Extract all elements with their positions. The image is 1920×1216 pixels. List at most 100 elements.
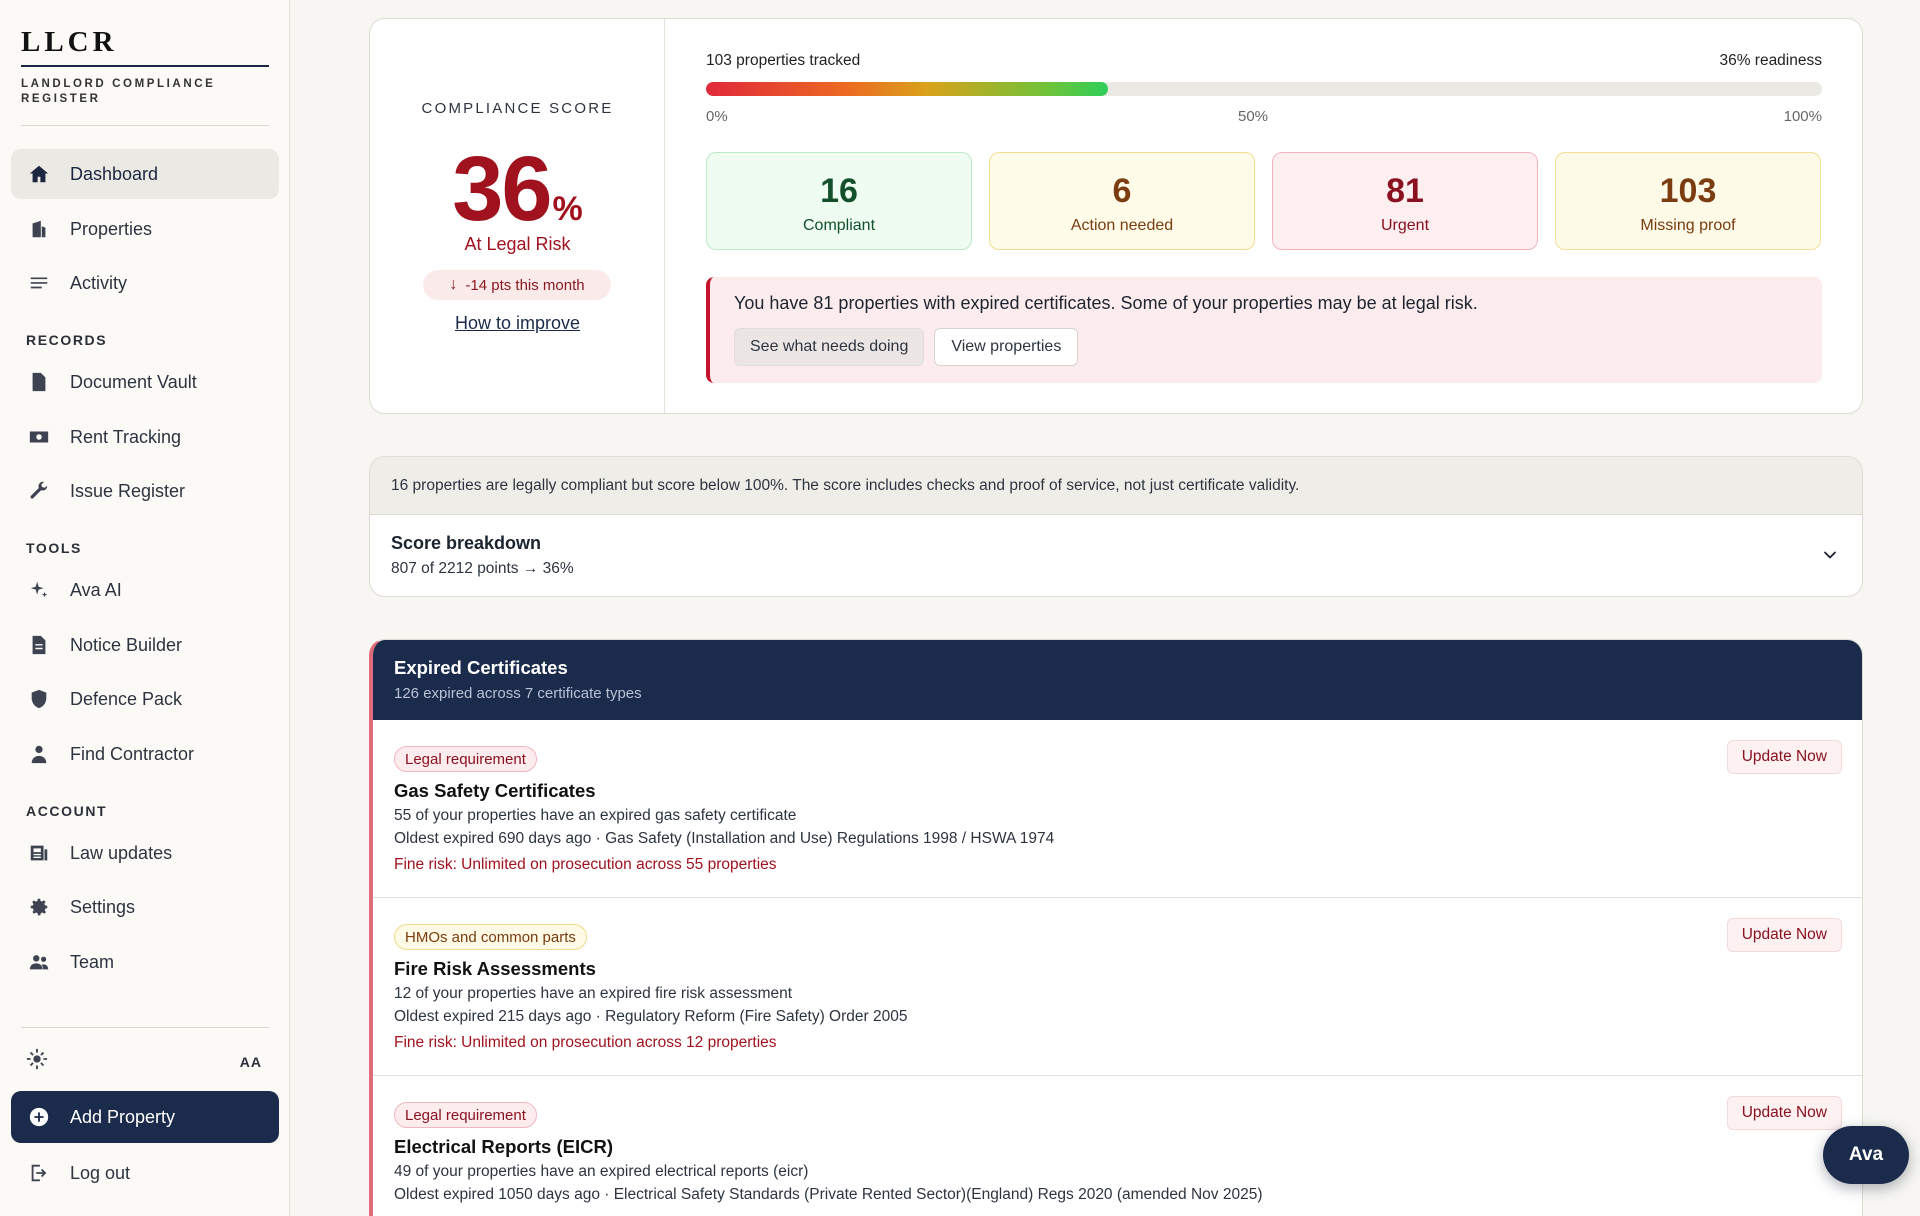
breakdown-detail: 807 of 2212 points → 36% bbox=[391, 560, 574, 577]
sidebar-item-issue-register[interactable]: Issue Register bbox=[11, 466, 279, 516]
update-now-button[interactable]: Update Now bbox=[1726, 1096, 1842, 1130]
building-icon bbox=[27, 217, 51, 241]
fine-risk: Fine risk: Unlimited on prosecution acro… bbox=[394, 856, 777, 873]
alert-message: You have 81 properties with expired cert… bbox=[734, 293, 1478, 313]
compliance-score-card: COMPLIANCE SCORE 36% At Legal Risk ↓ -14… bbox=[369, 18, 1863, 414]
stat-urgent[interactable]: 81 Urgent bbox=[1272, 152, 1538, 250]
expired-header: Expired Certificates 126 expired across … bbox=[373, 640, 1862, 720]
brand-subtitle: LANDLORD COMPLIANCE REGISTER bbox=[21, 78, 216, 105]
shield-icon bbox=[27, 687, 51, 711]
properties-tracked: 103 properties tracked bbox=[706, 52, 861, 69]
requirement-chip: Legal requirement bbox=[394, 746, 537, 772]
readiness-value: 36% readiness bbox=[1719, 52, 1822, 69]
add-property-label: Add Property bbox=[70, 1106, 176, 1127]
ava-chat-button[interactable]: Ava bbox=[1823, 1126, 1909, 1184]
sidebar-item-settings[interactable]: Settings bbox=[11, 882, 279, 932]
stat-value: 16 bbox=[820, 172, 858, 210]
brand-logo[interactable]: LLCR LANDLORD COMPLIANCE REGISTER bbox=[21, 26, 269, 107]
sidebar-item-activity[interactable]: Activity bbox=[11, 258, 279, 308]
document-icon bbox=[27, 370, 51, 394]
sidebar-item-label: Defence Pack bbox=[70, 688, 183, 709]
score-info-card: 16 properties are legally compliant but … bbox=[369, 456, 1863, 597]
add-property-button[interactable]: Add Property bbox=[11, 1091, 279, 1143]
sidebar-item-label: Rent Tracking bbox=[70, 426, 182, 447]
stat-action-needed[interactable]: 6 Action needed bbox=[989, 152, 1255, 250]
sidebar-item-document-vault[interactable]: Document Vault bbox=[11, 357, 279, 407]
sidebar-item-properties[interactable]: Properties bbox=[11, 204, 279, 254]
sun-icon[interactable] bbox=[26, 1048, 48, 1075]
score-value: 36% bbox=[370, 137, 665, 242]
stat-value: 6 bbox=[1112, 172, 1132, 210]
sidebar-item-notice-builder[interactable]: Notice Builder bbox=[11, 620, 279, 670]
certificate-meta: Oldest expired 690 days ago · Gas Safety… bbox=[394, 830, 1055, 847]
score-explanation-note: 16 properties are legally compliant but … bbox=[370, 457, 1862, 515]
font-size-toggle[interactable]: AA bbox=[240, 1054, 262, 1070]
section-label-records: RECORDS bbox=[26, 332, 108, 348]
score-summary: COMPLIANCE SCORE 36% At Legal Risk ↓ -14… bbox=[370, 19, 665, 413]
alert-actions: See what needs doing View properties bbox=[734, 328, 1079, 366]
sidebar-item-team[interactable]: Team bbox=[11, 937, 279, 987]
expired-certificates-card: Expired Certificates 126 expired across … bbox=[369, 639, 1863, 1216]
breakdown-title: Score breakdown bbox=[391, 533, 542, 553]
sidebar-item-ava-ai[interactable]: Ava AI bbox=[11, 565, 279, 615]
home-icon bbox=[27, 162, 51, 186]
sidebar-footer-tools: AA bbox=[26, 1048, 262, 1075]
sidebar-item-label: Find Contractor bbox=[70, 743, 195, 764]
stat-value: 103 bbox=[1659, 172, 1717, 210]
certificate-description: 49 of your properties have an expired el… bbox=[394, 1163, 809, 1180]
expired-item-eicr: Legal requirement Electrical Reports (EI… bbox=[373, 1076, 1862, 1216]
stat-row: 16 Compliant 6 Action needed 81 Urgent 1… bbox=[706, 152, 1822, 250]
sidebar-item-label: Law updates bbox=[70, 842, 173, 863]
update-now-button[interactable]: Update Now bbox=[1726, 740, 1842, 774]
sidebar-item-label: Ava AI bbox=[70, 579, 122, 600]
newspaper-icon bbox=[27, 841, 51, 865]
logout-button[interactable]: Log out bbox=[11, 1148, 279, 1198]
file-text-icon bbox=[27, 633, 51, 657]
expired-title: Expired Certificates bbox=[394, 657, 568, 678]
certificate-meta: Oldest expired 1050 days ago · Electrica… bbox=[394, 1186, 1263, 1203]
how-to-improve-link[interactable]: How to improve bbox=[370, 313, 665, 334]
chevron-down-icon bbox=[1824, 551, 1836, 559]
certificate-description: 12 of your properties have an expired fi… bbox=[394, 985, 793, 1002]
cash-icon bbox=[27, 425, 51, 449]
score-change-text: -14 pts this month bbox=[465, 276, 585, 294]
progress-header: 103 properties tracked 36% readiness bbox=[706, 52, 1822, 70]
sparkle-icon bbox=[27, 578, 51, 602]
sidebar-item-label: Issue Register bbox=[70, 480, 186, 501]
view-properties-button[interactable]: View properties bbox=[934, 328, 1079, 366]
score-details: 103 properties tracked 36% readiness 0% … bbox=[706, 19, 1822, 413]
sidebar-divider bbox=[21, 1027, 269, 1028]
tick-50: 50% bbox=[1238, 108, 1269, 125]
stat-value: 81 bbox=[1386, 172, 1424, 210]
sidebar: LLCR LANDLORD COMPLIANCE REGISTER Dashbo… bbox=[0, 0, 290, 1216]
requirement-chip: Legal requirement bbox=[394, 1102, 537, 1128]
see-what-needs-doing-button[interactable]: See what needs doing bbox=[734, 328, 925, 366]
sidebar-item-defence-pack[interactable]: Defence Pack bbox=[11, 674, 279, 724]
stat-compliant[interactable]: 16 Compliant bbox=[706, 152, 972, 250]
expired-subtitle: 126 expired across 7 certificate types bbox=[394, 685, 642, 702]
sidebar-item-dashboard[interactable]: Dashboard bbox=[11, 149, 279, 199]
certificate-description: 55 of your properties have an expired ga… bbox=[394, 807, 797, 824]
certificate-title: Gas Safety Certificates bbox=[394, 780, 596, 801]
fine-risk: Fine risk: Unlimited on prosecution acro… bbox=[394, 1034, 777, 1051]
stat-label: Missing proof bbox=[1640, 217, 1736, 234]
team-icon bbox=[27, 950, 51, 974]
gear-icon bbox=[27, 895, 51, 919]
requirement-chip: HMOs and common parts bbox=[394, 924, 587, 950]
score-breakdown-toggle[interactable]: Score breakdown 807 of 2212 points → 36% bbox=[370, 515, 1862, 596]
score-change-badge: ↓ -14 pts this month bbox=[423, 270, 611, 300]
stat-label: Action needed bbox=[1070, 217, 1174, 234]
certificate-meta: Oldest expired 215 days ago · Regulatory… bbox=[394, 1008, 908, 1025]
risk-status: At Legal Risk bbox=[464, 234, 571, 254]
list-icon bbox=[27, 271, 51, 295]
certificate-title: Fire Risk Assessments bbox=[394, 958, 596, 979]
sidebar-item-law-updates[interactable]: Law updates bbox=[11, 828, 279, 878]
certificate-title: Electrical Reports (EICR) bbox=[394, 1136, 613, 1157]
update-now-button[interactable]: Update Now bbox=[1726, 918, 1842, 952]
sidebar-item-find-contractor[interactable]: Find Contractor bbox=[11, 729, 279, 779]
sidebar-item-rent-tracking[interactable]: Rent Tracking bbox=[11, 412, 279, 462]
stat-missing-proof[interactable]: 103 Missing proof bbox=[1555, 152, 1821, 250]
sidebar-item-label: Team bbox=[70, 951, 115, 972]
expired-item-fire-risk: HMOs and common parts Fire Risk Assessme… bbox=[373, 898, 1862, 1076]
person-icon bbox=[27, 742, 51, 766]
